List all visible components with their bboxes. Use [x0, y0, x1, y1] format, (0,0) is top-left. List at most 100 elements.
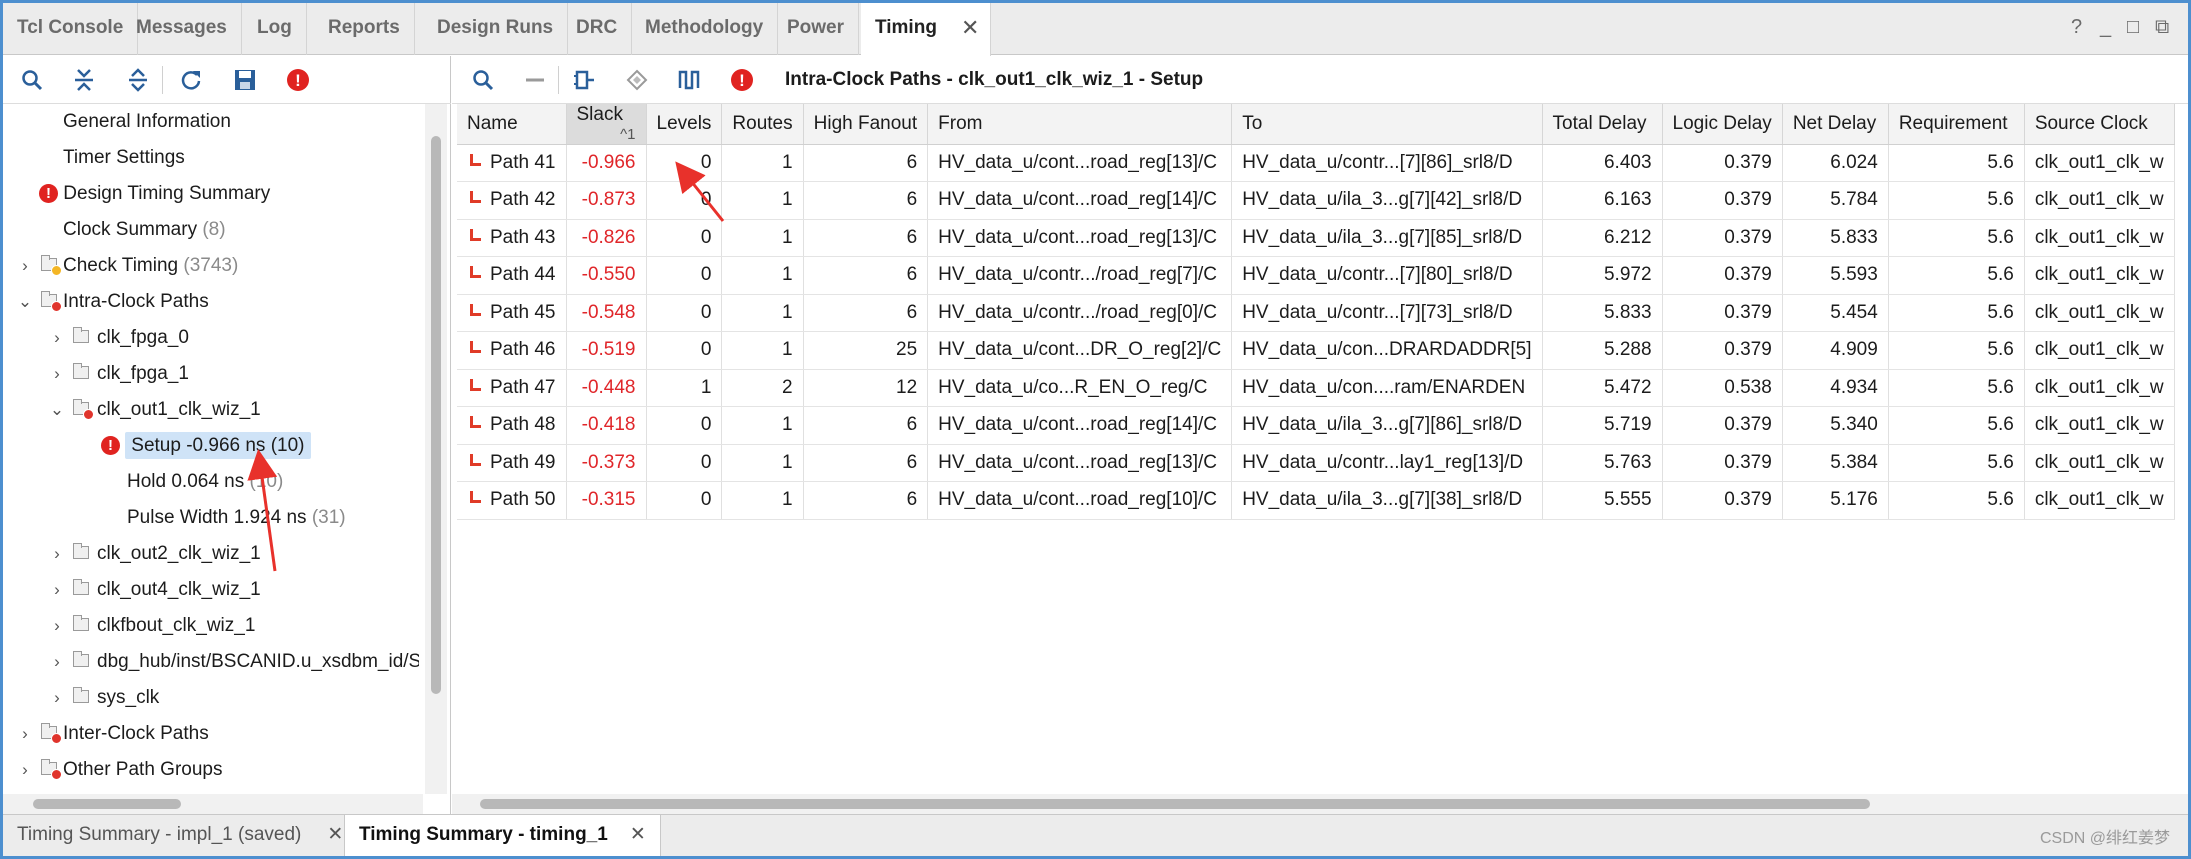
scrollbar-thumb[interactable]: [431, 136, 441, 694]
refresh-icon[interactable]: [176, 65, 206, 95]
chevron-right-icon[interactable]: ›: [49, 572, 65, 608]
table-row[interactable]: Path 42 -0.873 0 1 6 HV_data_u/cont...road_re…: [457, 181, 2175, 220]
waveform-icon[interactable]: [674, 65, 704, 95]
col-slack[interactable]: Slack ^1: [566, 104, 647, 145]
tree-item-clkfbout-clk-wiz-1[interactable]: › clkfbout_clk_wiz_1: [49, 608, 419, 644]
error-filter-icon[interactable]: !: [283, 65, 313, 95]
cell-levels: 0: [646, 444, 723, 482]
tree-vertical-scrollbar[interactable]: [425, 104, 447, 794]
tab-messages[interactable]: Messages: [122, 3, 242, 55]
diamond-icon[interactable]: [622, 65, 652, 95]
restore-icon[interactable]: □: [2127, 15, 2139, 39]
col-net-delay[interactable]: Net Delay: [1782, 104, 1889, 145]
search-icon[interactable]: [468, 65, 498, 95]
table-horizontal-scrollbar[interactable]: [452, 794, 2188, 814]
close-icon[interactable]: ✕: [630, 824, 646, 845]
tab-timing-summary-impl-1[interactable]: Timing Summary - impl_1 (saved) ✕: [3, 815, 357, 856]
cell-slack: -0.826: [566, 219, 647, 257]
table-row[interactable]: Path 46 -0.519 0 1 25 HV_data_u/cont...DR_O_r…: [457, 331, 2175, 370]
chevron-right-icon[interactable]: ›: [49, 536, 65, 572]
chevron-down-icon[interactable]: ⌄: [49, 392, 65, 428]
tree-item-intra-clock-paths[interactable]: ⌄ Intra-Clock Paths: [17, 284, 417, 320]
col-routes[interactable]: Routes: [721, 104, 804, 145]
collapse-all-icon[interactable]: [69, 65, 99, 95]
col-logic-delay[interactable]: Logic Delay: [1662, 104, 1783, 145]
folder-warning-icon: [41, 255, 62, 276]
cell-requirement: 5.6: [1888, 369, 2025, 407]
cell-high-fanout: 25: [803, 331, 929, 370]
col-levels[interactable]: Levels: [646, 104, 723, 145]
help-icon[interactable]: ?: [2071, 15, 2082, 39]
scrollbar-thumb[interactable]: [33, 799, 181, 809]
float-window-icon[interactable]: ⧉: [2155, 15, 2169, 39]
table-row[interactable]: Path 45 -0.548 0 1 6 HV_data_u/contr.../road_…: [457, 294, 2175, 332]
tree-item-inter-clock-paths[interactable]: › Inter-Clock Paths: [17, 716, 417, 752]
tree-item-check-timing[interactable]: › Check Timing (3743): [17, 248, 417, 284]
col-to[interactable]: To: [1231, 104, 1543, 145]
tree-item-clk-fpga-1[interactable]: › clk_fpga_1: [49, 356, 409, 392]
close-icon[interactable]: ✕: [327, 824, 343, 845]
chevron-right-icon[interactable]: ›: [17, 716, 33, 752]
tree-item-clk-out4-clk-wiz-1[interactable]: › clk_out4_clk_wiz_1: [49, 572, 419, 608]
tree-item-clk-fpga-0[interactable]: › clk_fpga_0: [49, 320, 409, 356]
tree-item-timer-settings[interactable]: Timer Settings: [63, 140, 185, 176]
tree-item-setup[interactable]: ! Setup -0.966 ns (10): [101, 428, 311, 464]
minimize-icon[interactable]: _: [2100, 15, 2111, 39]
folder-icon: [73, 615, 89, 631]
save-icon[interactable]: [230, 65, 260, 95]
tab-timing-summary-timing-1[interactable]: Timing Summary - timing_1 ✕: [344, 815, 661, 856]
cell-to: HV_data_u/ila_3...g[7][86]_srl8/D: [1231, 406, 1543, 445]
table-row[interactable]: Path 47 -0.448 1 2 12 HV_data_u/co...R_EN_O_r…: [457, 369, 2175, 407]
tree-item-dbg-hub[interactable]: › dbg_hub/inst/BSCANID.u_xsdbm_id/SW: [49, 644, 419, 680]
table-row[interactable]: Path 43 -0.826 0 1 6 HV_data_u/cont...road_re…: [457, 219, 2175, 257]
table-row[interactable]: Path 49 -0.373 0 1 6 HV_data_u/cont...road_re…: [457, 444, 2175, 482]
chevron-right-icon[interactable]: ›: [17, 752, 33, 788]
table-row[interactable]: Path 41 -0.966 0 1 6 HV_data_u/cont...road_re…: [457, 144, 2175, 182]
tree-item-general-information[interactable]: General Information: [63, 104, 231, 140]
tree-item-sys-clk[interactable]: › sys_clk: [49, 680, 419, 716]
chevron-right-icon[interactable]: ›: [49, 680, 65, 716]
tree-item-hold[interactable]: Hold 0.064 ns (10): [127, 464, 283, 500]
tree-item-clk-out2-clk-wiz-1[interactable]: › clk_out2_clk_wiz_1: [49, 536, 419, 572]
tab-drc[interactable]: DRC: [562, 3, 633, 55]
tree-item-clk-out1-clk-wiz-1[interactable]: ⌄ clk_out1_clk_wiz_1: [49, 392, 409, 428]
chevron-down-icon[interactable]: ⌄: [17, 284, 33, 320]
tree-item-design-timing-summary[interactable]: ! Design Timing Summary: [39, 176, 270, 212]
chevron-right-icon[interactable]: ›: [49, 356, 65, 392]
chevron-right-icon[interactable]: ›: [49, 608, 65, 644]
scrollbar-thumb[interactable]: [480, 799, 1870, 809]
chevron-right-icon[interactable]: ›: [49, 320, 65, 356]
tree-item-pulse-width[interactable]: Pulse Width 1.924 ns (31): [127, 500, 346, 536]
col-requirement[interactable]: Requirement: [1888, 104, 2025, 145]
search-icon[interactable]: [17, 65, 47, 95]
chevron-right-icon[interactable]: ›: [49, 644, 65, 680]
tree-horizontal-scrollbar[interactable]: [3, 794, 423, 814]
col-total-delay[interactable]: Total Delay: [1542, 104, 1663, 145]
cell-net-delay: 5.454: [1782, 294, 1889, 332]
error-icon[interactable]: !: [727, 65, 757, 95]
tab-reports[interactable]: Reports: [314, 3, 415, 55]
tab-power[interactable]: Power: [773, 3, 860, 55]
chevron-right-icon[interactable]: ›: [17, 248, 33, 284]
table-row[interactable]: Path 44 -0.550 0 1 6 HV_data_u/contr.../road_…: [457, 256, 2175, 295]
cell-slack: -0.966: [566, 144, 647, 182]
tab-design-runs[interactable]: Design Runs: [423, 3, 569, 55]
col-from[interactable]: From: [927, 104, 1233, 145]
expand-all-icon[interactable]: [123, 65, 153, 95]
table-row[interactable]: Path 48 -0.418 0 1 6 HV_data_u/cont...road_re…: [457, 406, 2175, 445]
tree-item-clock-summary[interactable]: Clock Summary (8): [63, 212, 226, 248]
schematic-icon[interactable]: [570, 65, 600, 95]
tab-log[interactable]: Log: [243, 3, 307, 55]
panel-title: Intra-Clock Paths - clk_out1_clk_wiz_1 -…: [785, 69, 1204, 90]
tab-tcl-console[interactable]: Tcl Console: [3, 3, 139, 55]
col-name[interactable]: Name: [457, 104, 567, 145]
remove-icon[interactable]: [520, 65, 550, 95]
tree-item-other-path-groups[interactable]: › Other Path Groups: [17, 752, 417, 788]
table-row[interactable]: Path 50 -0.315 0 1 6 HV_data_u/cont...road_re…: [457, 481, 2175, 520]
cell-from: HV_data_u/cont...DR_O_reg[2]/C: [927, 331, 1233, 370]
tree-item-label: General Information: [63, 111, 231, 132]
tab-methodology[interactable]: Methodology: [631, 3, 779, 55]
col-high-fanout[interactable]: High Fanout: [803, 104, 929, 145]
col-source-clock[interactable]: Source Clock: [2024, 104, 2175, 145]
close-icon[interactable]: ✕: [961, 3, 979, 55]
